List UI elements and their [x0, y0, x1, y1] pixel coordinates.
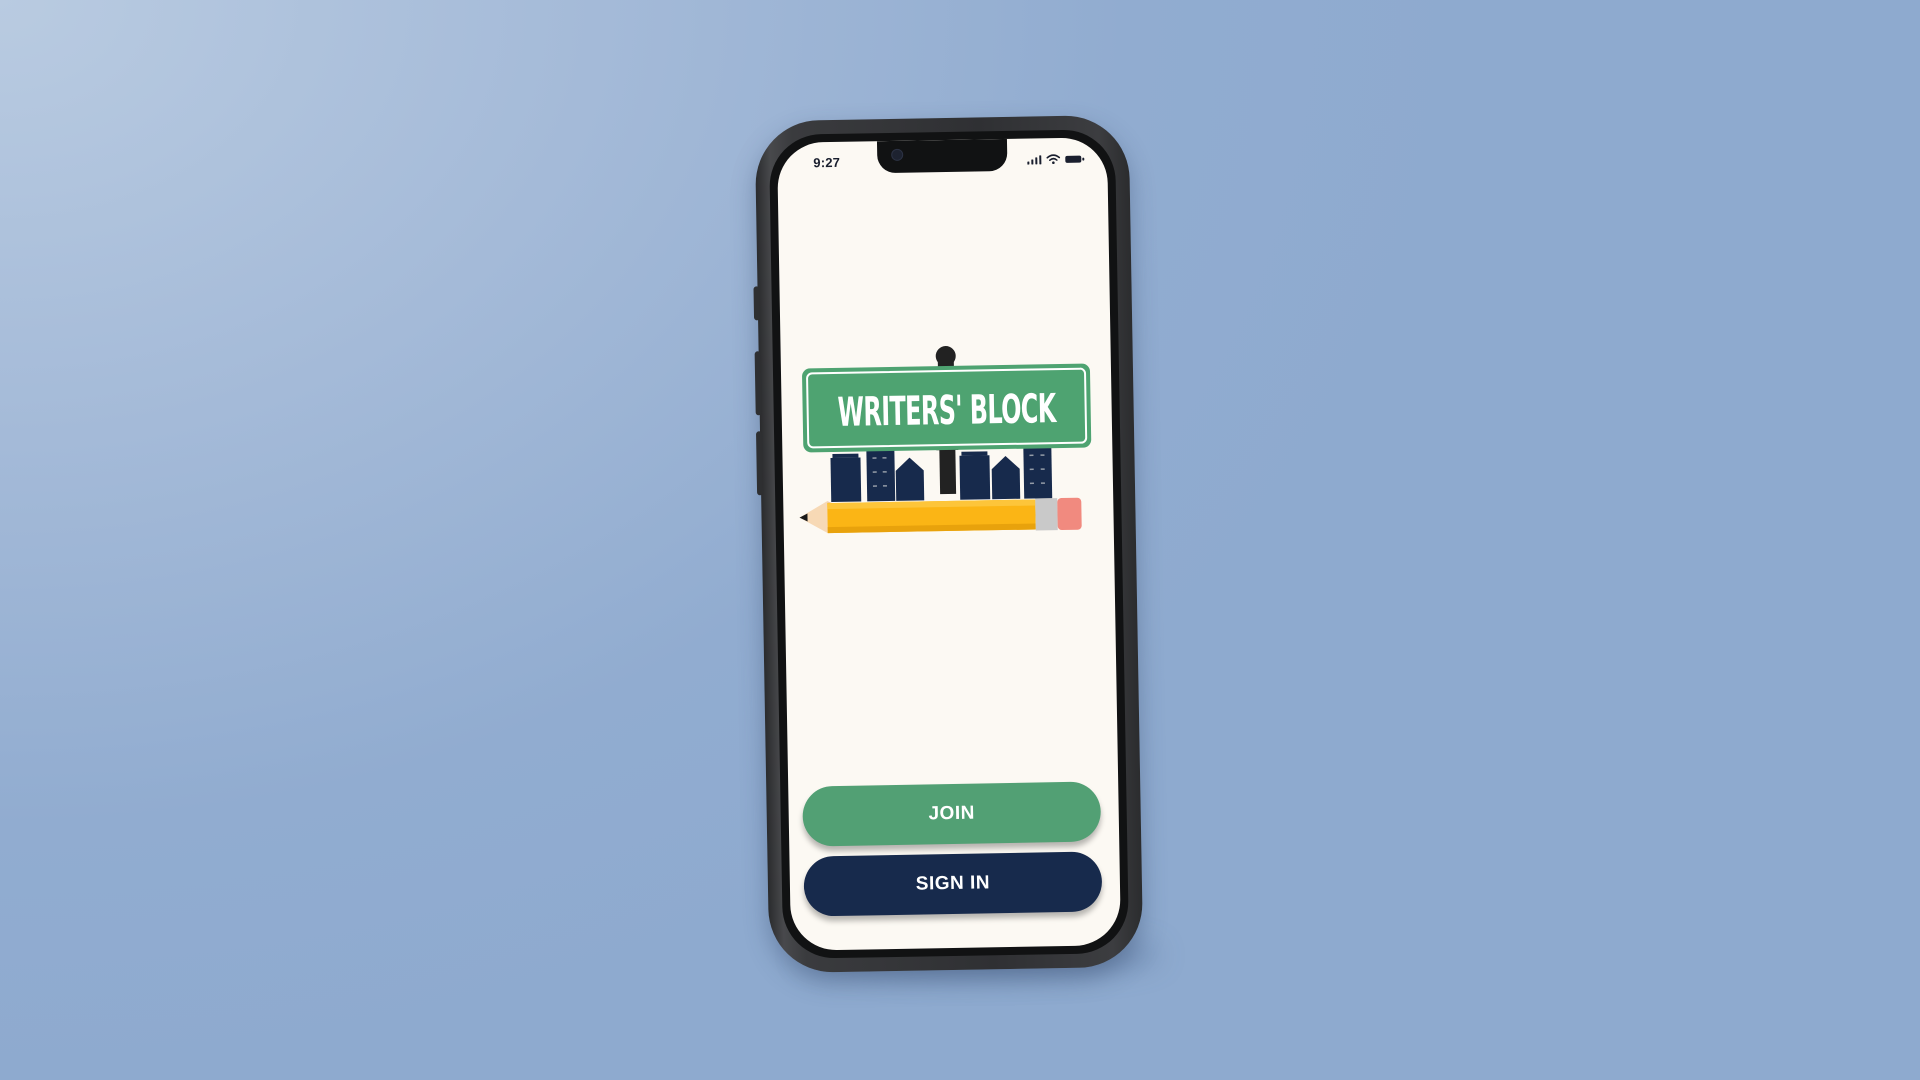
mute-switch	[753, 286, 761, 321]
volume-down-button	[756, 431, 764, 496]
volume-up-button	[754, 351, 762, 416]
street-sign: WRITERS' BLOCK	[802, 363, 1092, 453]
notch	[876, 138, 1008, 174]
writers-block-logo: WRITERS' BLOCK	[799, 346, 1092, 534]
status-icons	[1026, 154, 1082, 165]
pencil	[799, 497, 1082, 534]
phone-bezel: 9:27 WRITERS' JOIN SIGN IN	[768, 129, 1130, 959]
status-time: 9:27	[813, 154, 841, 171]
phone-screen: 9:27 WRITERS' JOIN SIGN IN	[776, 137, 1122, 951]
phone-mockup: 9:27 WRITERS' JOIN SIGN IN	[753, 114, 1144, 974]
battery-icon	[1065, 155, 1082, 163]
sign-in-button[interactable]: SIGN IN	[803, 851, 1103, 917]
signal-icon	[1026, 154, 1042, 165]
app-title: WRITERS' BLOCK	[837, 386, 1058, 436]
wifi-icon	[1046, 154, 1061, 165]
join-button[interactable]: JOIN	[802, 781, 1102, 847]
front-camera	[891, 148, 904, 161]
